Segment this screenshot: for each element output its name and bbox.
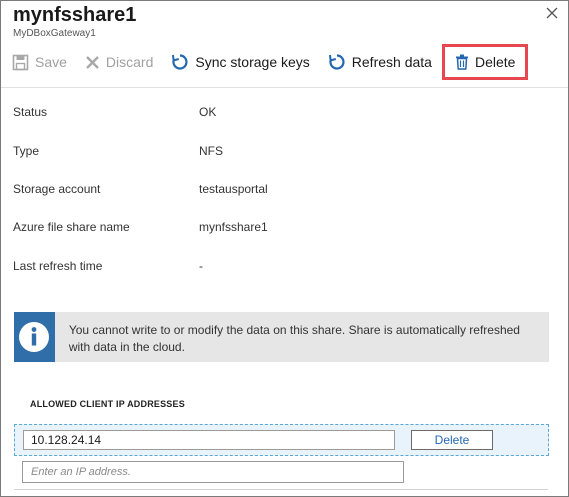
property-value: testausportal — [199, 182, 268, 196]
share-details-panel: mynfsshare1 MyDBoxGateway1 Save Discard — [0, 0, 569, 497]
discard-icon — [86, 55, 99, 69]
close-icon — [546, 7, 558, 19]
property-key: Status — [13, 105, 48, 119]
page-subtitle: MyDBoxGateway1 — [13, 28, 96, 39]
toolbar: Save Discard Sync storage keys Refresh d… — [12, 44, 529, 80]
info-banner: You cannot write to or modify the data o… — [14, 312, 549, 362]
delete-label: Delete — [474, 54, 516, 70]
delete-button[interactable]: Delete — [441, 44, 529, 80]
ip-delete-button[interactable]: Delete — [411, 430, 493, 450]
property-key: Storage account — [13, 182, 101, 196]
property-value: mynfsshare1 — [199, 220, 268, 234]
sync-label: Sync storage keys — [195, 54, 310, 70]
property-value: OK — [199, 105, 217, 119]
refresh-data-button[interactable]: Refresh data — [328, 47, 432, 77]
allowed-ips-title: ALLOWED CLIENT IP ADDRESSES — [30, 399, 185, 409]
page-title: mynfsshare1 — [13, 4, 137, 26]
property-value: NFS — [199, 144, 223, 158]
sync-storage-keys-button[interactable]: Sync storage keys — [171, 47, 310, 77]
close-button[interactable] — [544, 5, 560, 21]
save-button[interactable]: Save — [12, 47, 67, 77]
info-icon-box — [14, 312, 55, 362]
save-icon — [12, 54, 29, 70]
trash-icon — [455, 54, 468, 70]
discard-button[interactable]: Discard — [85, 47, 153, 77]
ip-address-field[interactable]: 10.128.24.14 — [23, 430, 395, 450]
property-key: Azure file share name — [13, 220, 130, 234]
discard-label: Discard — [105, 54, 154, 70]
property-key: Last refresh time — [13, 259, 103, 273]
refresh-icon — [328, 54, 345, 70]
toolbar-divider — [1, 87, 568, 88]
info-icon — [19, 322, 50, 352]
bottom-divider — [14, 489, 548, 490]
property-key: Type — [13, 144, 40, 158]
property-value: - — [199, 259, 203, 273]
info-message: You cannot write to or modify the data o… — [68, 323, 520, 354]
save-label: Save — [35, 54, 67, 70]
sync-icon — [172, 54, 188, 70]
ip-entry-row: 10.128.24.14 Delete — [14, 424, 549, 456]
new-ip-address-input[interactable]: Enter an IP address. — [22, 461, 404, 483]
refresh-label: Refresh data — [351, 54, 432, 70]
